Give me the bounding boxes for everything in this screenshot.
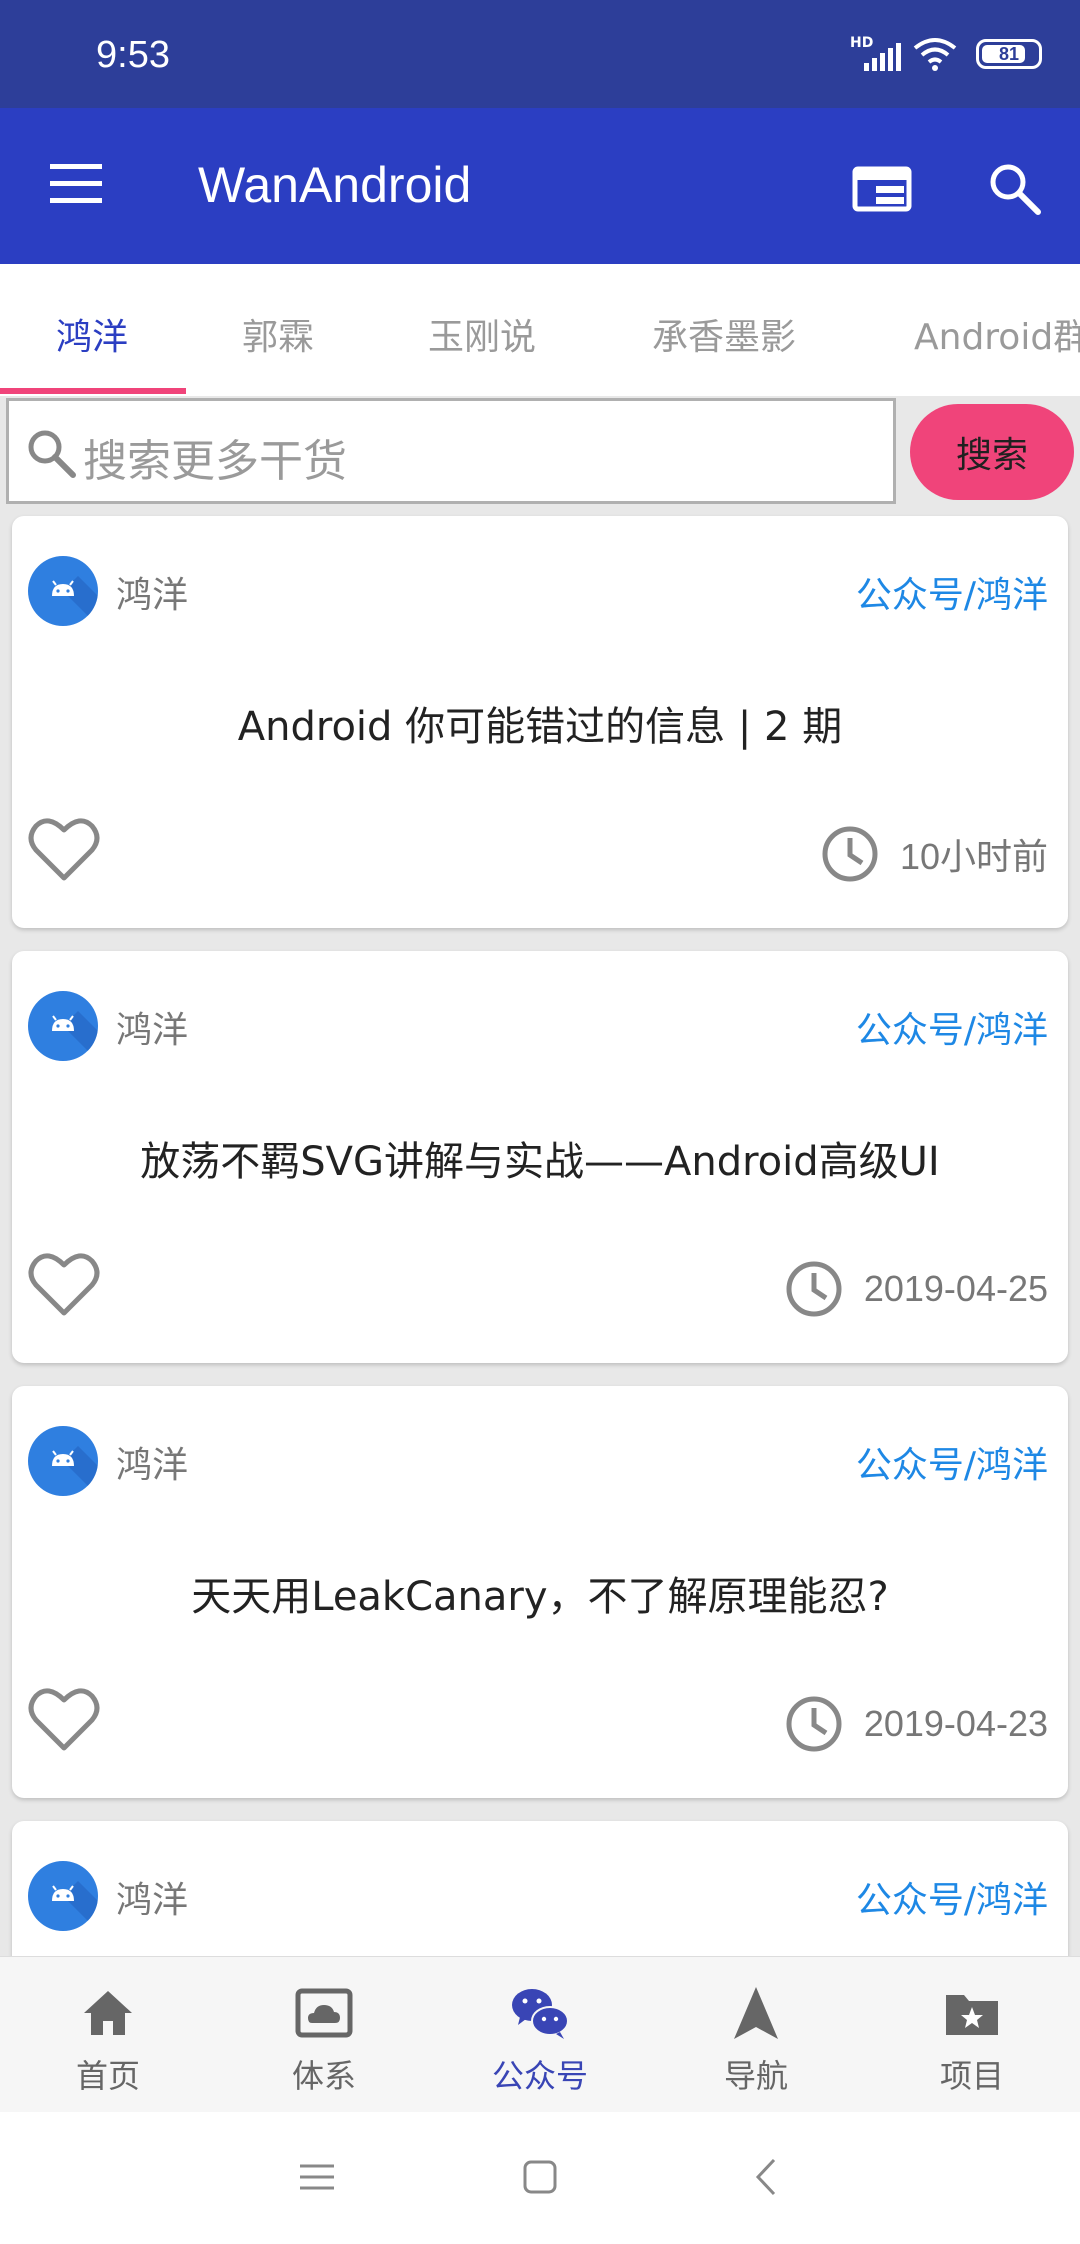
tab-yugangshuo[interactable]: 玉刚说 xyxy=(428,308,536,360)
article-author: 鸿洋 xyxy=(116,1445,189,1486)
search-row: 搜索更多干货 搜索 xyxy=(0,396,1080,508)
nav-project[interactable]: 项目 xyxy=(864,1957,1080,2113)
clock-icon xyxy=(786,1696,842,1752)
menu-icon[interactable] xyxy=(50,164,102,204)
status-bar: 9:53 HD 81 xyxy=(0,0,1080,108)
article-card[interactable]: 鸿洋 公众号/鸿洋 放荡不羁SVG讲解与实战——Android高级UI 2019… xyxy=(12,951,1068,1363)
nav-home-label: 首页 xyxy=(75,2057,140,2095)
favorite-heart-icon[interactable] xyxy=(28,1251,100,1317)
tab-guolin[interactable]: 郭霖 xyxy=(242,308,314,360)
article-author: 鸿洋 xyxy=(116,1880,189,1921)
wifi-icon xyxy=(913,38,957,71)
view-mode-icon[interactable] xyxy=(852,164,912,214)
tab-hongyang[interactable]: 鸿洋 xyxy=(56,308,128,360)
tab-chengxiangmoying[interactable]: 承香墨影 xyxy=(652,308,796,360)
article-author: 鸿洋 xyxy=(116,1010,189,1051)
app-bar: WanAndroid xyxy=(0,108,1080,264)
android-icon xyxy=(52,576,98,626)
search-field-icon xyxy=(28,430,76,478)
tab-indicator xyxy=(0,388,186,394)
battery-level: 81 xyxy=(998,43,1020,64)
article-card[interactable]: 鸿洋 公众号/鸿洋 Android 你可能错过的信息 | 2 期 10小时前 xyxy=(12,516,1068,928)
system-icon xyxy=(295,1988,353,2038)
home-icon xyxy=(84,1991,132,2035)
android-icon xyxy=(52,1011,98,1061)
signal-icon: HD xyxy=(850,35,901,71)
nav-project-label: 项目 xyxy=(939,2057,1004,2095)
home-button-icon[interactable] xyxy=(515,2152,565,2202)
battery-icon: 81 xyxy=(976,39,1042,69)
article-author: 鸿洋 xyxy=(116,575,189,616)
author-tabs: 鸿洋 郭霖 玉刚说 承香墨影 Android群 xyxy=(0,264,1080,396)
search-button[interactable]: 搜索 xyxy=(910,404,1074,500)
article-title[interactable]: Android 你可能错过的信息 | 2 期 xyxy=(12,694,1068,752)
bottom-navigation: 首页 体系 公众号 导航 项目 xyxy=(0,1956,1080,2112)
navigation-icon xyxy=(734,1987,778,2039)
article-time: 2019-04-25 xyxy=(784,1259,1048,1319)
article-chapter[interactable]: 公众号/鸿洋 xyxy=(856,566,1048,618)
status-icons: HD 81 xyxy=(850,35,1042,72)
search-icon[interactable] xyxy=(984,158,1044,218)
article-chapter[interactable]: 公众号/鸿洋 xyxy=(856,1871,1048,1923)
android-icon xyxy=(52,1446,98,1496)
status-time: 9:53 xyxy=(96,34,170,76)
avatar xyxy=(28,1861,98,1931)
article-title[interactable]: 放荡不羁SVG讲解与实战——Android高级UI xyxy=(12,1129,1068,1187)
nav-system-label: 体系 xyxy=(291,2057,356,2095)
favorite-heart-icon[interactable] xyxy=(28,1686,100,1752)
project-folder-icon xyxy=(946,1995,998,2035)
nav-wechat-label: 公众号 xyxy=(491,2057,588,2095)
article-time-text: 10小时前 xyxy=(899,836,1048,877)
article-chapter[interactable]: 公众号/鸿洋 xyxy=(856,1001,1048,1053)
article-time-text: 2019-04-25 xyxy=(863,1268,1048,1309)
clock-icon xyxy=(822,826,878,882)
article-time-text: 2019-04-23 xyxy=(863,1703,1048,1744)
article-title[interactable]: 天天用LeakCanary，不了解原理能忍? xyxy=(12,1564,1068,1622)
article-card[interactable]: 鸿洋 公众号/鸿洋 xyxy=(12,1821,1068,1956)
clock-icon xyxy=(786,1261,842,1317)
article-chapter[interactable]: 公众号/鸿洋 xyxy=(856,1436,1048,1488)
nav-wechat[interactable]: 公众号 xyxy=(432,1957,648,2113)
back-icon[interactable] xyxy=(742,2152,792,2202)
article-card[interactable]: 鸿洋 公众号/鸿洋 天天用LeakCanary，不了解原理能忍? 2019-04… xyxy=(12,1386,1068,1798)
app-title: WanAndroid xyxy=(198,157,472,213)
nav-system[interactable]: 体系 xyxy=(216,1957,432,2113)
search-placeholder: 搜索更多干货 xyxy=(83,436,347,487)
nav-home[interactable]: 首页 xyxy=(0,1957,216,2113)
nav-navigation-label: 导航 xyxy=(723,2057,788,2095)
article-time: 10小时前 xyxy=(820,824,1048,884)
android-icon xyxy=(52,1881,98,1931)
avatar xyxy=(28,1426,98,1496)
search-input[interactable]: 搜索更多干货 xyxy=(6,398,896,504)
nav-navigation[interactable]: 导航 xyxy=(648,1957,864,2113)
favorite-heart-icon[interactable] xyxy=(28,816,100,882)
tab-android-group[interactable]: Android群 xyxy=(914,308,1080,360)
avatar xyxy=(28,991,98,1061)
system-navigation-bar xyxy=(0,2112,1080,2244)
wechat-icon xyxy=(512,1989,569,2039)
avatar xyxy=(28,556,98,626)
recent-apps-icon[interactable] xyxy=(292,2152,342,2202)
article-list: 鸿洋 公众号/鸿洋 Android 你可能错过的信息 | 2 期 10小时前 鸿… xyxy=(0,508,1080,1956)
article-time: 2019-04-23 xyxy=(784,1694,1048,1754)
